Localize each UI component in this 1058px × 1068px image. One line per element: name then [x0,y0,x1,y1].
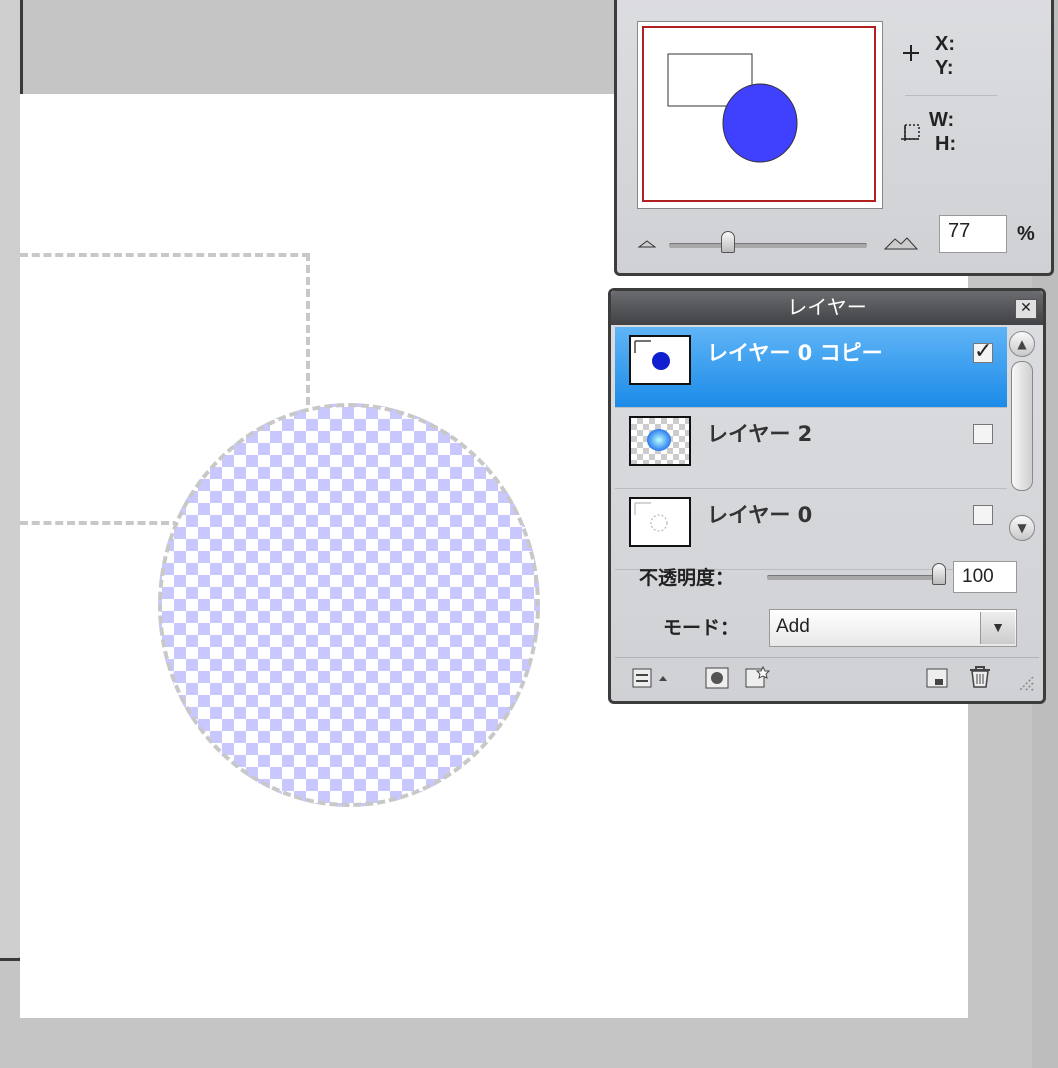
layers-title: レイヤー [787,295,867,319]
opacity-slider-thumb[interactable] [932,563,946,585]
close-icon[interactable]: ✕ [1015,299,1037,319]
blend-mode-value: Add [776,616,810,637]
navigator-preview[interactable] [637,21,883,209]
view-frame[interactable] [642,26,876,202]
layers-panel: レイヤー ✕ レイヤー 0 コピー ✓ レイヤー 2 レイヤー 0 ▲ ▼ 不透… [608,288,1046,704]
scroll-up-icon[interactable]: ▲ [1009,331,1035,357]
zoom-in-icon[interactable] [883,235,919,251]
zoom-unit: % [1017,223,1035,245]
layer-name[interactable]: レイヤー 0 コピー [707,337,883,367]
layer-thumbnail [629,335,691,385]
opacity-label: 不透明度： [639,567,735,589]
zoom-slider-track[interactable] [669,243,867,248]
layer-row[interactable]: レイヤー 0 [615,489,1007,570]
circle-transparent-selection [158,403,540,807]
mode-label: モード： [663,617,740,639]
layer-name[interactable]: レイヤー 0 [707,499,812,529]
divider [905,95,997,96]
layer-row[interactable]: レイヤー 2 [615,408,1007,489]
zoom-out-icon[interactable] [637,237,657,249]
scroll-thumb[interactable] [1011,361,1033,491]
zoom-input[interactable]: 77 [939,215,1007,253]
layer-visibility-checkbox[interactable] [973,505,993,525]
crosshair-icon [903,45,919,61]
h-label: H: [935,133,957,155]
layer-thumbnail [629,416,691,466]
footer-divider [615,657,1039,658]
resize-grip-icon[interactable] [1015,673,1035,691]
navigator-panel: X: Y: W: H: 77 % [614,0,1054,276]
opacity-slider-track[interactable] [767,575,939,580]
layer-mask-icon[interactable] [705,667,729,689]
layer-visibility-checkbox[interactable] [973,424,993,444]
zoom-slider-thumb[interactable] [721,231,736,253]
w-label: W: [929,109,955,131]
opacity-input[interactable]: 100 [953,561,1017,593]
layers-scrollbar[interactable]: ▲ ▼ [1009,327,1037,547]
layer-thumbnail [629,497,691,547]
y-label: Y: [935,57,954,79]
scroll-down-icon[interactable]: ▼ [1009,515,1035,541]
new-layer-icon[interactable] [925,667,949,689]
layer-options-icon[interactable] [631,667,671,689]
x-label: X: [935,33,955,55]
selection-size-icon [901,124,920,141]
chevron-down-icon[interactable]: ▼ [980,612,1015,644]
layers-titlebar[interactable]: レイヤー [611,291,1043,325]
layer-name[interactable]: レイヤー 2 [707,418,812,448]
layer-effects-icon[interactable] [745,665,771,689]
layer-visibility-checkbox[interactable]: ✓ [973,341,993,363]
trash-icon[interactable] [967,665,993,689]
blend-mode-select[interactable]: Add ▼ [769,609,1017,647]
layer-row[interactable]: レイヤー 0 コピー ✓ [615,327,1007,408]
